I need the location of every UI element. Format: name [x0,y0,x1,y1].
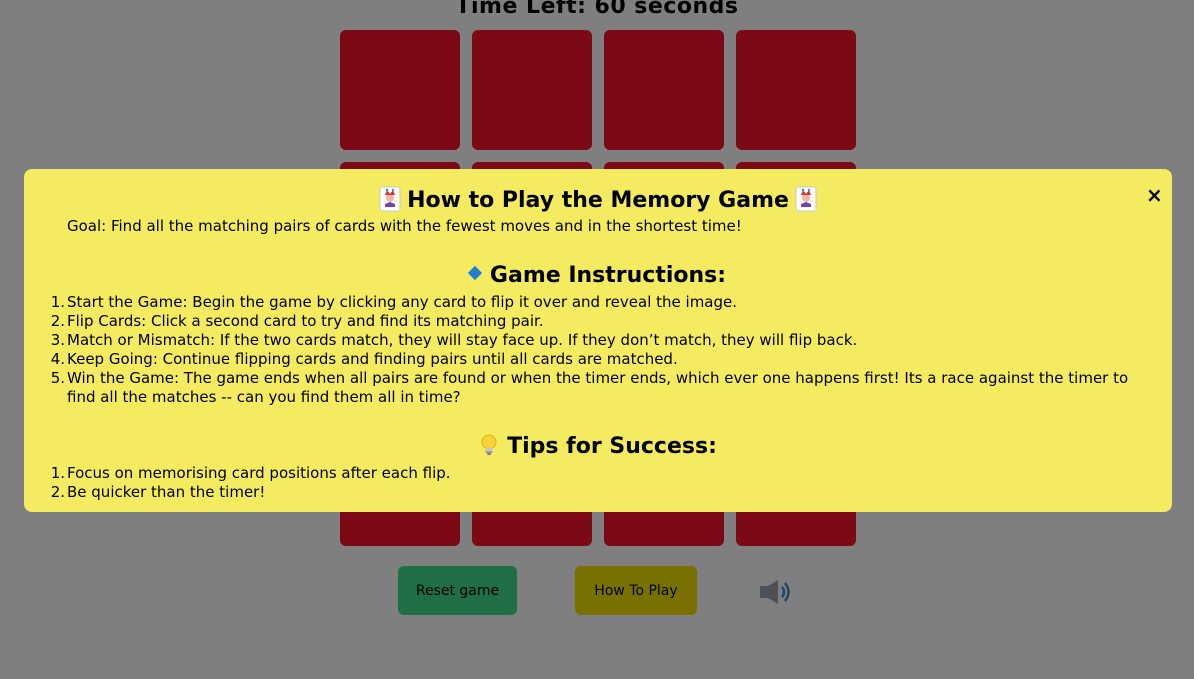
list-item: 1. Focus on memorising card positions aft… [50,464,451,482]
instructions-list: 1. Start the Game: Begin the game by clic… [50,293,1142,407]
instructions-heading-text: Game Instructions: [489,263,727,288]
joker-card-icon [795,186,817,212]
list-item: 2. Flip Cards: Click a second card to try… [50,312,544,330]
list-item: 2. Be quicker than the timer! [50,483,266,501]
modal-title-text: How to Play the Memory Game [407,188,789,213]
tips-heading: Tips for Success: [24,433,1172,461]
light-bulb-icon [479,433,499,457]
blue-diamond-icon [467,265,482,281]
tips-heading-text: Tips for Success: [507,434,717,459]
modal-title: How to Play the Memory Game [24,186,1172,215]
how-to-play-modal: × How to Play the Memory Game Goal: Find [24,169,1172,512]
tips-list: 1. Focus on memorising card positions aft… [50,464,1142,502]
list-item: 3. Match or Mismatch: If the two cards ma… [50,331,858,349]
joker-card-icon [379,186,401,212]
list-item: 1. Start the Game: Begin the game by clic… [50,293,738,311]
goal-text: Goal: Find all the matching pairs of car… [67,217,742,235]
list-item: 5. Win the Game: The game ends when all p… [50,369,1129,406]
instructions-heading: Game Instructions: [24,262,1172,290]
list-item: 4. Keep Going: Continue flipping cards an… [50,350,678,368]
